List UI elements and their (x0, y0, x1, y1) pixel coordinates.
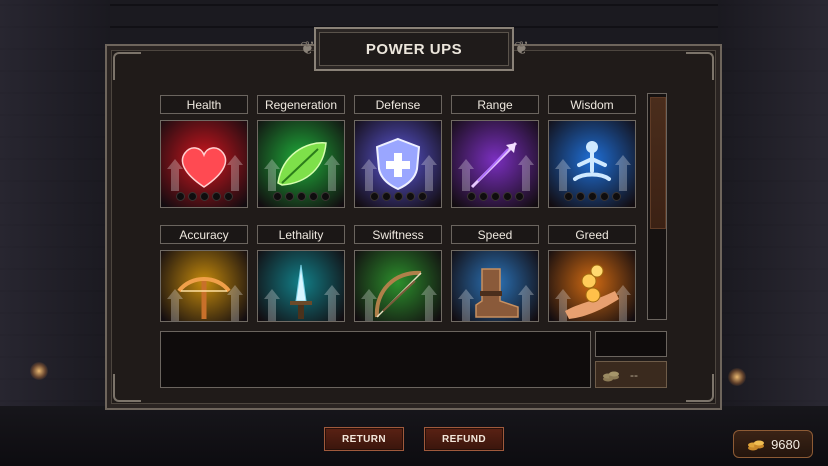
meditation-icon[interactable] (548, 120, 636, 208)
powerup-card[interactable]: Lethality (257, 225, 345, 322)
powerup-card[interactable]: Range (451, 95, 539, 208)
level-pip (187, 192, 197, 201)
level-pip (381, 192, 391, 201)
powerup-card[interactable]: Regeneration (257, 95, 345, 208)
powerup-label: Regeneration (257, 95, 345, 114)
powerup-card[interactable]: Accuracy (160, 225, 248, 322)
level-pip (466, 192, 476, 201)
dagger-icon[interactable] (257, 250, 345, 322)
level-pip (575, 192, 585, 201)
powerup-label: Wisdom (548, 95, 636, 114)
coins-hand-icon[interactable] (548, 250, 636, 322)
refund-button-label: REFUND (441, 433, 487, 445)
level-pip (502, 192, 512, 201)
powerup-label: Speed (451, 225, 539, 244)
powerup-label: Greed (548, 225, 636, 244)
powerup-card[interactable]: Health (160, 95, 248, 208)
leaf-icon[interactable] (257, 120, 345, 208)
frame-corner (113, 52, 141, 80)
powerup-card[interactable]: Wisdom (548, 95, 636, 208)
level-pips (258, 192, 344, 201)
gold-counter: 9680 (733, 430, 813, 458)
powerup-label: Lethality (257, 225, 345, 244)
frame-corner (686, 52, 714, 80)
powerup-card[interactable]: Speed (451, 225, 539, 322)
level-pip (199, 192, 209, 201)
level-pip (223, 192, 233, 201)
level-pip (417, 192, 427, 201)
floor (0, 406, 828, 466)
right-wall (718, 0, 828, 466)
return-button[interactable]: RETURN (324, 427, 404, 451)
title-ornament-right: ❦ (514, 38, 530, 58)
powerup-label: Swiftness (354, 225, 442, 244)
coin-stack-icon (602, 367, 620, 383)
title-ornament-left: ❦ (300, 38, 316, 58)
panel-title-text: POWER UPS (365, 40, 463, 58)
return-button-label: RETURN (341, 433, 387, 445)
level-pip (599, 192, 609, 201)
level-pip (369, 192, 379, 201)
frame-corner (686, 374, 714, 402)
level-pip (284, 192, 294, 201)
level-pip (563, 192, 573, 201)
shield-icon[interactable] (354, 120, 442, 208)
cost-value: -- (630, 367, 638, 382)
powerup-label: Range (451, 95, 539, 114)
level-pip (272, 192, 282, 201)
level-pip (393, 192, 403, 201)
level-pip (211, 192, 221, 201)
level-pip (611, 192, 621, 201)
powerup-label: Defense (354, 95, 442, 114)
level-pips (549, 192, 635, 201)
powerup-label: Accuracy (160, 225, 248, 244)
level-pips (452, 192, 538, 201)
level-pip (587, 192, 597, 201)
frame-corner (113, 374, 141, 402)
panel-title: POWER UPS (314, 27, 514, 71)
level-pip (320, 192, 330, 201)
level-pip (514, 192, 524, 201)
candle-glow (728, 368, 746, 386)
crossbow-icon[interactable] (160, 250, 248, 322)
level-pip (296, 192, 306, 201)
powerup-card[interactable]: Swiftness (354, 225, 442, 322)
level-pips (161, 192, 247, 201)
powerup-card[interactable]: Greed (548, 225, 636, 322)
level-pip (405, 192, 415, 201)
heart-icon[interactable] (160, 120, 248, 208)
refund-button[interactable]: REFUND (424, 427, 504, 451)
coin-stack-icon (747, 436, 765, 452)
level-pip (478, 192, 488, 201)
scrollbar[interactable] (647, 93, 667, 320)
level-pip (490, 192, 500, 201)
candle-glow (30, 362, 48, 380)
cost-box: -- (595, 361, 667, 388)
level-pip (308, 192, 318, 201)
powerup-card[interactable]: Defense (354, 95, 442, 208)
bow-icon[interactable] (354, 250, 442, 322)
arrows-icon[interactable] (451, 120, 539, 208)
level-box (595, 331, 667, 357)
boot-icon[interactable] (451, 250, 539, 322)
left-wall (0, 0, 110, 466)
level-pips (355, 192, 441, 201)
powerup-label: Health (160, 95, 248, 114)
level-pip (175, 192, 185, 201)
description-box (160, 331, 591, 388)
gold-amount: 9680 (771, 436, 800, 452)
scrollbar-thumb[interactable] (650, 97, 666, 229)
